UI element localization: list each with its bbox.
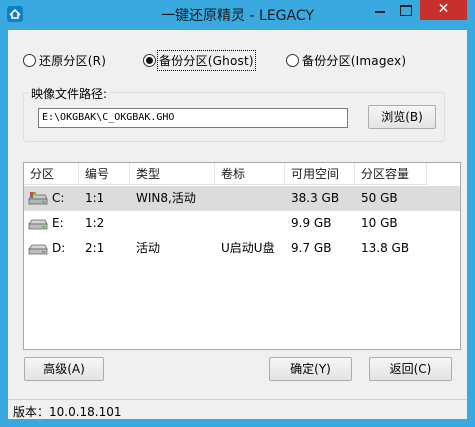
cell-number: 2:1	[85, 241, 105, 255]
radio-restore-partition[interactable]: 还原分区(R)	[23, 51, 106, 69]
minimize-button[interactable]	[367, 0, 393, 20]
radio-backup-ghost[interactable]: 备份分区(Ghost)	[143, 49, 256, 71]
cell-label: U启动U盘	[221, 241, 275, 255]
table-row[interactable]: E: 1:2 9.9 GB 10 GB	[24, 211, 460, 236]
table-row[interactable]: D: 2:1 活动 U启动U盘 9.7 GB 13.8 GB	[24, 236, 460, 261]
browse-button[interactable]: 浏览(B)	[368, 105, 436, 129]
column-header-partition[interactable]: 分区	[24, 163, 79, 185]
hard-drive-icon	[28, 244, 48, 255]
dialog-body: 还原分区(R) 备份分区(Ghost) 备份分区(Imagex) 映像文件路径:…	[8, 30, 467, 419]
cell-type: 活动	[136, 241, 161, 255]
radio-label: 备份分区(Imagex)	[302, 53, 407, 68]
column-header-capacity[interactable]: 分区容量	[355, 163, 427, 185]
version-text: 版本：10.0.18.101	[13, 405, 122, 419]
back-button[interactable]: 返回(C)	[369, 357, 452, 381]
table-header: 分区 编号 类型 卷标 可用空间 分区容量	[24, 163, 428, 185]
ok-button[interactable]: 确定(Y)	[269, 357, 352, 381]
radio-label: 还原分区(R)	[39, 53, 107, 68]
column-header-number[interactable]: 编号	[79, 163, 130, 185]
close-button[interactable]: ✕	[420, 0, 467, 20]
radio-circle-checked[interactable]	[143, 53, 156, 67]
cell-drive: D:	[52, 241, 66, 255]
column-header-label[interactable]: 卷标	[215, 163, 285, 185]
cell-capacity: 10 GB	[361, 216, 398, 230]
image-path-input[interactable]: E:\OKGBAK\C_OKGBAK.GHO	[38, 108, 348, 128]
radio-label: 备份分区(Ghost)	[157, 49, 256, 71]
image-path-legend: 映像文件路径:	[29, 85, 110, 102]
hard-drive-icon	[28, 219, 48, 230]
cell-label	[215, 211, 221, 236]
app-window: 一键还原精灵 - LEGACY ✕ 还原分区(R) 备份分区(Ghost) 备份…	[0, 0, 475, 427]
cell-drive: C:	[52, 191, 65, 205]
system-drive-icon	[28, 192, 48, 205]
maximize-button[interactable]	[393, 0, 418, 20]
cell-label	[215, 186, 221, 211]
column-header-free-space[interactable]: 可用空间	[285, 163, 355, 185]
table-row[interactable]: C: 1:1 WIN8,活动 38.3 GB 50 GB	[24, 186, 460, 211]
cell-drive: E:	[52, 216, 64, 230]
cell-type: WIN8,活动	[136, 191, 196, 205]
radio-backup-imagex[interactable]: 备份分区(Imagex)	[286, 51, 406, 69]
status-bar: 版本：10.0.18.101	[8, 399, 467, 419]
cell-free-space: 9.7 GB	[291, 241, 332, 255]
column-header-type[interactable]: 类型	[130, 163, 215, 185]
radio-circle[interactable]	[286, 53, 299, 67]
radio-circle[interactable]	[23, 53, 36, 67]
cell-type	[130, 211, 136, 236]
cell-free-space: 38.3 GB	[291, 191, 340, 205]
cell-capacity: 50 GB	[361, 191, 398, 205]
partition-table[interactable]: 分区 编号 类型 卷标 可用空间 分区容量 C: 1:1 WIN8,活动 38.…	[23, 162, 461, 350]
cell-capacity: 13.8 GB	[361, 241, 410, 255]
cell-number: 1:2	[85, 216, 105, 230]
cell-number: 1:1	[85, 191, 105, 205]
title-bar[interactable]: 一键还原精灵 - LEGACY ✕	[0, 0, 475, 30]
cell-free-space: 9.9 GB	[291, 216, 332, 230]
advanced-button[interactable]: 高级(A)	[24, 357, 104, 381]
